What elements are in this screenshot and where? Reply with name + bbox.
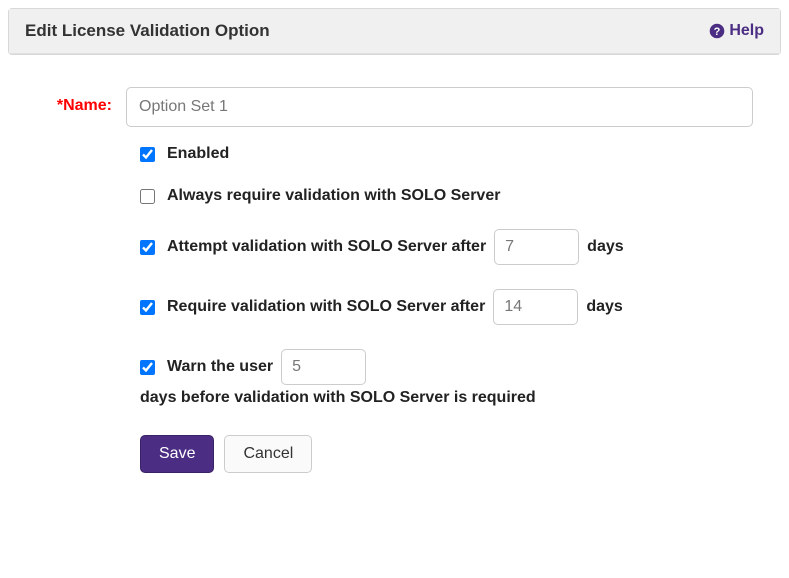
require-row: Require validation with SOLO Server afte… <box>140 289 773 325</box>
always-require-row: Always require validation with SOLO Serv… <box>140 187 773 205</box>
license-validation-panel: Edit License Validation Option ? Help <box>8 8 781 55</box>
panel-title: Edit License Validation Option <box>25 21 270 41</box>
attempt-label-suffix: days <box>587 238 623 256</box>
warn-label-prefix: Warn the user <box>167 358 273 376</box>
attempt-label-prefix: Attempt validation with SOLO Server afte… <box>167 238 486 256</box>
attempt-days-input[interactable] <box>494 229 579 265</box>
help-label: Help <box>729 22 764 40</box>
require-label-suffix: days <box>586 298 622 316</box>
form-body: *Name: Enabled Always require validation… <box>0 63 789 497</box>
enabled-checkbox[interactable] <box>140 147 155 162</box>
require-label-prefix: Require validation with SOLO Server afte… <box>167 298 485 316</box>
always-require-label: Always require validation with SOLO Serv… <box>167 187 500 205</box>
save-button[interactable]: Save <box>140 435 214 473</box>
attempt-checkbox[interactable] <box>140 240 155 255</box>
enabled-label: Enabled <box>167 145 229 163</box>
help-icon: ? <box>709 23 725 39</box>
name-input[interactable] <box>126 87 753 127</box>
help-link[interactable]: ? Help <box>709 22 764 40</box>
button-row: Save Cancel <box>140 435 773 473</box>
warn-days-input[interactable] <box>281 349 366 385</box>
warn-row: Warn the user <box>140 349 773 385</box>
require-days-input[interactable] <box>493 289 578 325</box>
name-label: *Name: <box>57 97 112 114</box>
always-require-checkbox[interactable] <box>140 189 155 204</box>
enabled-row: Enabled <box>140 145 773 163</box>
attempt-row: Attempt validation with SOLO Server afte… <box>140 229 773 265</box>
name-row: *Name: <box>16 87 773 127</box>
require-checkbox[interactable] <box>140 300 155 315</box>
svg-text:?: ? <box>714 26 721 38</box>
panel-header: Edit License Validation Option ? Help <box>9 9 780 54</box>
warn-checkbox[interactable] <box>140 360 155 375</box>
cancel-button[interactable]: Cancel <box>224 435 312 473</box>
warn-sub-text: days before validation with SOLO Server … <box>140 389 773 407</box>
